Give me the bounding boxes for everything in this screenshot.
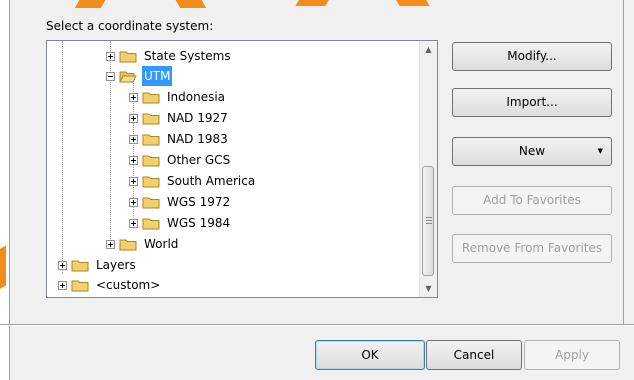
tree-item-utm[interactable]: UTM	[106, 66, 173, 86]
tree-item-state-systems[interactable]: State Systems	[106, 46, 233, 66]
folder-icon	[71, 280, 89, 291]
grip-line	[426, 223, 432, 224]
tree-line	[62, 41, 63, 273]
tree-item-label: WGS 1984	[167, 216, 231, 230]
decor-stripe-2	[169, 0, 207, 8]
new-button-label: New	[518, 144, 546, 158]
coordinate-system-dialog: Select a coordinate system: State System…	[0, 0, 634, 380]
tree-item-label: UTM	[142, 66, 173, 86]
scroll-up-icon[interactable]: ▲	[420, 41, 437, 58]
tree-item-label: WGS 1972	[167, 195, 231, 209]
import-button[interactable]: Import...	[452, 88, 612, 117]
open-folder-icon	[119, 71, 137, 82]
add-to-favorites-button[interactable]: Add To Favorites	[452, 186, 612, 215]
remove-from-favorites-button[interactable]: Remove From Favorites	[452, 234, 612, 263]
collapse-icon[interactable]	[106, 71, 115, 81]
tree-item-custom[interactable]: <custom>	[58, 275, 162, 295]
tree-item-label: NAD 1983	[167, 132, 228, 146]
expand-icon[interactable]	[129, 155, 138, 165]
tree-item-nad-1927[interactable]: NAD 1927	[129, 108, 230, 128]
tree-item-label: State Systems	[144, 49, 231, 63]
folder-icon	[142, 176, 160, 187]
expand-icon[interactable]	[58, 280, 67, 290]
folder-icon	[142, 197, 160, 208]
expand-icon[interactable]	[129, 113, 138, 123]
tree-item-south-america[interactable]: South America	[129, 171, 257, 191]
ok-button[interactable]: OK	[315, 340, 425, 370]
tree-item-indonesia[interactable]: Indonesia	[129, 87, 227, 107]
group-frame	[623, 0, 624, 325]
grip-line	[426, 217, 432, 218]
folder-icon	[142, 134, 160, 145]
expand-icon[interactable]	[106, 51, 115, 61]
expand-icon[interactable]	[106, 239, 115, 249]
expand-icon[interactable]	[129, 92, 138, 102]
tree-item-label: Layers	[96, 258, 136, 272]
prompt-label: Select a coordinate system:	[46, 19, 214, 33]
divider-highlight	[0, 325, 634, 326]
tree-item-label: NAD 1927	[167, 111, 228, 125]
expand-icon[interactable]	[129, 176, 138, 186]
expand-icon[interactable]	[129, 197, 138, 207]
folder-icon	[142, 155, 160, 166]
folder-icon	[71, 260, 89, 271]
tree-item-world[interactable]: World	[106, 234, 180, 254]
tree-item-other-gcs[interactable]: Other GCS	[129, 150, 232, 170]
tree-scrollbar[interactable]: ▲ ▼	[419, 41, 437, 297]
folder-icon	[119, 239, 137, 250]
tree-item-label: Other GCS	[167, 153, 231, 167]
tree-item-label: South America	[167, 174, 256, 188]
scroll-thumb[interactable]	[422, 166, 434, 276]
left-edge	[0, 0, 10, 380]
modify-button[interactable]: Modify...	[452, 42, 612, 71]
folder-icon	[119, 51, 137, 62]
expand-icon[interactable]	[129, 134, 138, 144]
folder-icon	[142, 113, 160, 124]
decor-stripe-4	[390, 0, 430, 6]
scroll-down-icon[interactable]: ▼	[420, 280, 437, 297]
new-button[interactable]: New ▼	[452, 137, 612, 166]
expand-icon[interactable]	[58, 260, 67, 270]
tree-item-layers[interactable]: Layers	[58, 255, 138, 275]
folder-icon	[142, 92, 160, 103]
tree-item-label: <custom>	[96, 278, 161, 292]
folder-icon	[142, 218, 160, 229]
apply-button[interactable]: Apply	[524, 340, 620, 370]
tree-item-wgs-1984[interactable]: WGS 1984	[129, 213, 232, 233]
expand-icon[interactable]	[129, 218, 138, 228]
tree-item-label: Indonesia	[167, 90, 226, 104]
tree-item-wgs-1972[interactable]: WGS 1972	[129, 192, 232, 212]
tree-item-nad-1983[interactable]: NAD 1983	[129, 129, 230, 149]
tree-item-label: World	[144, 237, 179, 251]
dropdown-arrow-icon: ▼	[597, 147, 603, 155]
decor-stripe-3	[295, 0, 335, 6]
grip-line	[426, 220, 432, 221]
cancel-button[interactable]: Cancel	[426, 340, 522, 370]
decor-stripe-1	[74, 0, 112, 8]
coordinate-tree[interactable]: State Systems UTM Indonesia NAD 1927 NAD…	[46, 40, 438, 298]
